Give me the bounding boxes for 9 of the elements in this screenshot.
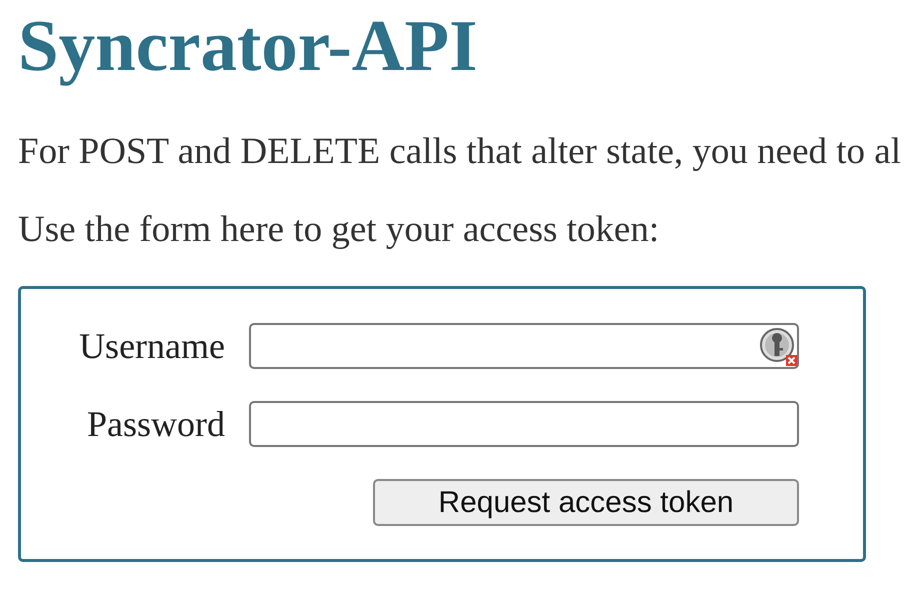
- request-token-button[interactable]: Request access token: [373, 479, 799, 526]
- field-label: Username: [78, 325, 225, 367]
- page-title: Syncrator-API: [18, 4, 479, 86]
- input-field[interactable]: [249, 401, 799, 447]
- key-icon[interactable]: [759, 327, 799, 367]
- paragraph: For POST and DELETE calls that alter state, you need to al: [18, 132, 902, 172]
- input-field[interactable]: [249, 323, 799, 369]
- paragraph: Use the form here to get your access token:: [18, 210, 660, 250]
- field-label: Password: [86, 403, 225, 445]
